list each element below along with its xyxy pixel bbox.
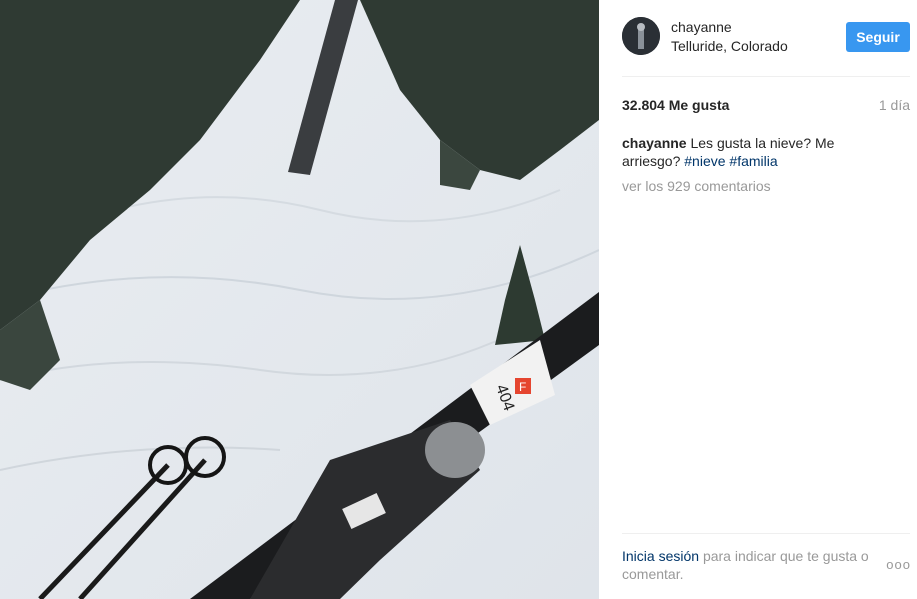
avatar-image-icon bbox=[622, 17, 660, 55]
follow-button[interactable]: Seguir bbox=[846, 22, 910, 52]
post-time: 1 día bbox=[878, 97, 910, 113]
location-link[interactable]: Telluride, Colorado bbox=[671, 38, 788, 54]
ski-logo-text: F bbox=[519, 380, 526, 394]
avatar[interactable] bbox=[622, 17, 660, 55]
post-details-panel: chayanne Telluride, Colorado Seguir 32.8… bbox=[599, 0, 917, 599]
username-link[interactable]: chayanne bbox=[671, 19, 732, 35]
login-prompt: Inicia sesión para indicar que te gusta … bbox=[622, 547, 882, 583]
header-divider bbox=[622, 76, 910, 77]
likes-count[interactable]: 32.804 Me gusta bbox=[622, 97, 729, 113]
hashtag-link[interactable]: #familia bbox=[729, 153, 777, 169]
footer-divider bbox=[622, 533, 910, 534]
caption-username[interactable]: chayanne bbox=[622, 135, 687, 151]
view-comments-link[interactable]: ver los 929 comentarios bbox=[622, 178, 771, 194]
post-header: chayanne Telluride, Colorado Seguir bbox=[599, 0, 917, 76]
ski-lift-snow-photo: 404 F bbox=[0, 0, 599, 599]
caption: chayanne Les gusta la nieve? Me arriesgo… bbox=[622, 134, 892, 170]
more-options-button[interactable]: ooo bbox=[886, 557, 911, 572]
hashtag-link[interactable]: #nieve bbox=[684, 153, 725, 169]
login-link[interactable]: Inicia sesión bbox=[622, 548, 699, 564]
post-photo[interactable]: 404 F bbox=[0, 0, 599, 599]
